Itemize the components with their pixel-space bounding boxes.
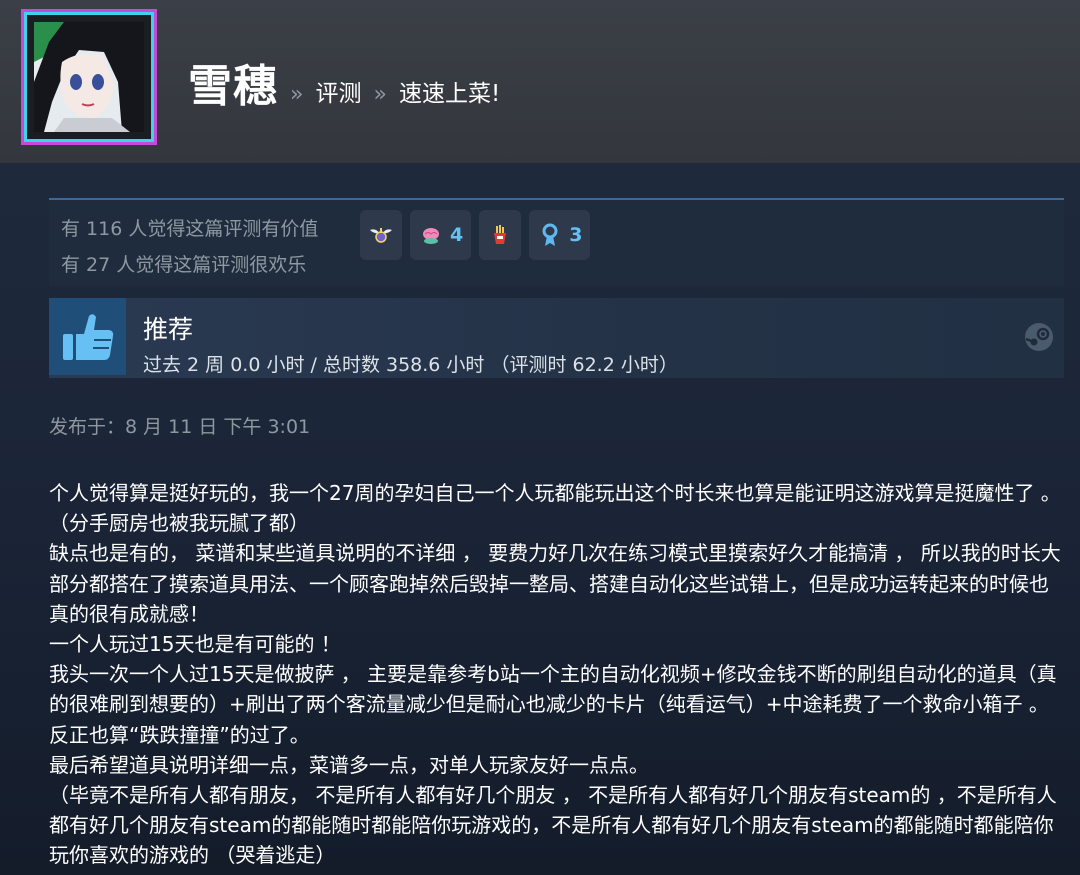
fries-icon [494,225,507,244]
thumbs-up-icon [49,298,126,375]
review-paragraph: 最后希望道具说明详细一点，菜谱多一点，对单人玩家友好一点点。 [49,752,649,777]
award-count: 3 [569,224,583,246]
posted-date: 发布于：8 月 11 日 下午 3:01 [49,416,311,438]
review-paragraph: （毕竟不是所有人都有朋友， 不是所有人都有好几个朋友 ， 不是所有人都有好几个朋… [49,783,1057,868]
winged-medal-icon [370,228,392,243]
breadcrumb: 雪穗 » 评测 » 速速上菜! [188,50,500,112]
review-paragraph: 个人觉得算是挺好玩的，我一个27周的孕妇自己一个人玩都能玩出这个时长来也算是能证… [49,481,1061,536]
breadcrumb-separator: » [373,82,387,107]
breadcrumb-reviews-link[interactable]: 评测 [315,74,361,108]
ribbon-award-icon [542,223,558,246]
avatar[interactable] [21,9,157,145]
playtime-text: 过去 2 周 0.0 小时 / 总时数 358.6 小时 （评测时 62.2 小… [143,354,678,376]
review-paragraph: 缺点也是有的， 菜谱和某些道具说明的不详细 ， 要费力好几次在练习模式里摸索好久… [49,541,1061,626]
breadcrumb-separator: » [290,82,304,107]
vote-summary: 有 116 人觉得这篇评测有价值 有 27 人觉得这篇评测很欢乐 4 3 [49,198,1064,286]
brain-icon [423,228,439,244]
user-name-link[interactable]: 雪穗 [188,50,278,114]
review-body: 个人觉得算是挺好玩的，我一个27周的孕妇自己一个人玩都能玩出这个时长来也算是能证… [49,478,1064,871]
avatar-image [34,22,144,132]
review-paragraph: 一个人玩过15天也是有可能的 ！ [49,632,341,657]
award-ribbon[interactable]: 3 [529,210,591,260]
award-brain[interactable]: 4 [410,210,472,260]
funny-count-text: 有 27 人觉得这篇评测很欢乐 [61,254,307,276]
helpful-count-text: 有 116 人觉得这篇评测有价值 [61,218,319,240]
recommendation-thumb [49,298,126,375]
recommendation-box: 推荐 过去 2 周 0.0 小时 / 总时数 358.6 小时 （评测时 62.… [49,298,1064,378]
recommendation-label: 推荐 [143,315,194,344]
review-paragraph: 我头一次一个人过15天是做披萨 ， 主要是靠参考b站一个主的自动化视频+修改金钱… [49,662,1057,747]
award-winged-medal[interactable] [360,210,402,260]
profile-header: 雪穗 » 评测 » 速速上菜! [0,0,1080,164]
steam-icon [1025,323,1053,351]
award-count: 4 [450,224,464,246]
award-fries[interactable] [479,210,522,260]
breadcrumb-game-link[interactable]: 速速上菜! [399,74,500,108]
award-list: 4 3 [360,210,591,260]
anime-girl-avatar-icon [34,22,144,132]
